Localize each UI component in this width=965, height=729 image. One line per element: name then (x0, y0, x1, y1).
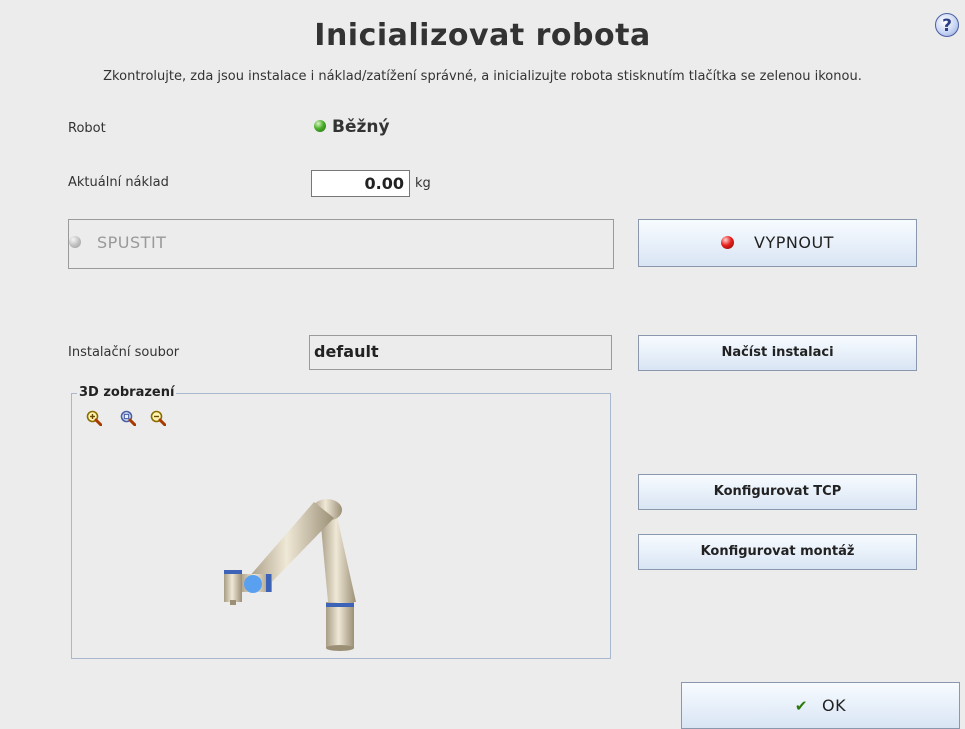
robot-model-render[interactable] (210, 490, 380, 655)
installation-file-field: default (309, 335, 612, 370)
page-subtitle: Zkontrolujte, zda jsou instalace i nákla… (103, 69, 862, 84)
payload-label: Aktuální náklad (68, 175, 169, 190)
installation-label: Instalační soubor (68, 345, 180, 360)
zoom-in-icon[interactable] (86, 410, 102, 426)
help-icon[interactable]: ? (935, 13, 959, 37)
configure-tcp-button[interactable]: Konfigurovat TCP (638, 474, 917, 510)
page-title: Inicializovat robota (314, 18, 651, 53)
view-3d-title: 3D zobrazení (77, 385, 177, 400)
robot-label: Robot (68, 121, 106, 136)
configure-mount-button[interactable]: Konfigurovat montáž (638, 534, 917, 570)
robot-status: Běžný (314, 117, 390, 137)
status-green-icon (314, 119, 326, 132)
start-button[interactable]: SPUSTIT (68, 219, 614, 269)
checkmark-icon: ✔ (794, 697, 808, 715)
load-installation-button[interactable]: Načíst instalaci (638, 335, 917, 371)
status-red-icon (721, 235, 735, 249)
power-off-button-label: VYPNOUT (754, 233, 834, 252)
ok-button-label: OK (821, 696, 847, 715)
payload-unit: kg (415, 176, 431, 191)
robot-status-text: Běžný (332, 117, 390, 137)
power-off-button[interactable]: VYPNOUT (638, 219, 917, 267)
zoom-out-icon[interactable] (150, 410, 166, 426)
status-grey-icon (69, 236, 81, 248)
ok-button[interactable]: ✔ OK (681, 682, 960, 729)
payload-input[interactable]: 0.00 (311, 170, 410, 197)
start-button-label: SPUSTIT (97, 233, 167, 252)
zoom-fit-icon[interactable] (120, 410, 136, 426)
